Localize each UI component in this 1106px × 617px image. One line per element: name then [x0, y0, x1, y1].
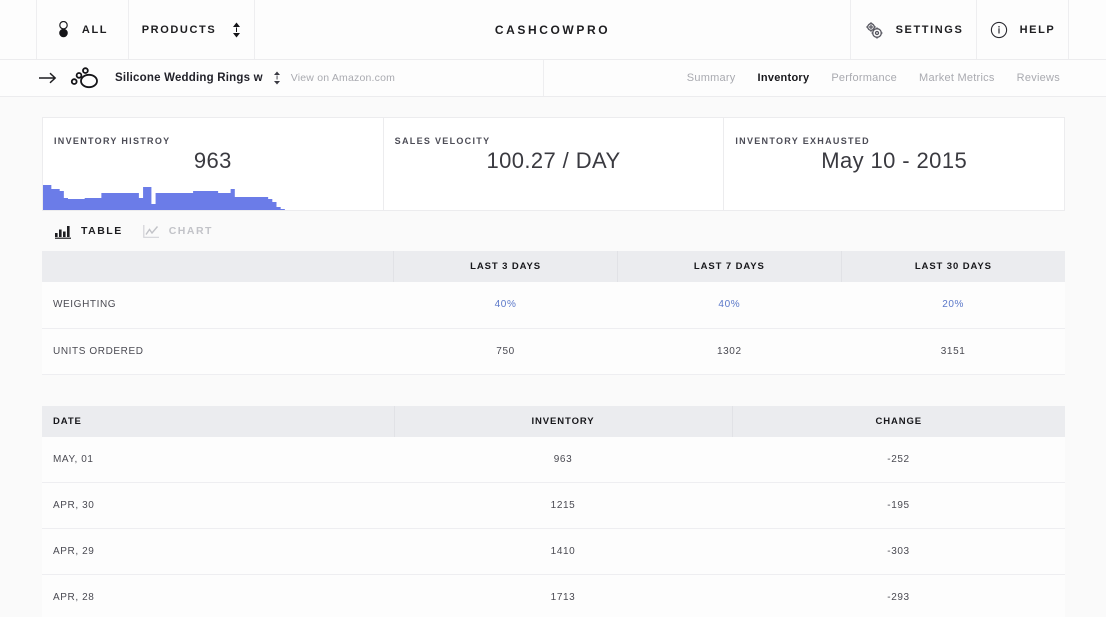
cell-units-3: 750	[393, 328, 618, 375]
main-content: INVENTORY HISTROY 963 SALES VELOCITY 100…	[0, 97, 1106, 617]
weighting-link[interactable]: 40%	[495, 299, 517, 310]
cell-units-7: 1302	[617, 328, 842, 375]
product-selector-group: Silicone Wedding Rings w View on Amazon.…	[0, 60, 544, 96]
rings-logo-icon	[68, 67, 101, 89]
weighting-link[interactable]: 20%	[942, 299, 964, 310]
top-navigation-bar: ALL PRODUCTS CASHCOWPRO SETTINGS HELP	[0, 0, 1106, 60]
col-header-inventory: INVENTORY	[394, 405, 733, 437]
section-tabs: Summary Inventory Performance Market Met…	[544, 60, 1106, 96]
table-row: APR, 28 1713 -293	[42, 574, 1065, 617]
col-header-date: DATE	[42, 405, 395, 437]
cell-change: -195	[732, 482, 1065, 529]
topbar-left-edge	[0, 0, 37, 59]
stat-card-inventory-exhausted: INVENTORY EXHAUSTED May 10 - 2015	[724, 118, 1064, 210]
nav-item-settings-label: SETTINGS	[895, 23, 964, 36]
inventory-history-table-head: DATE INVENTORY CHANGE	[42, 405, 1065, 437]
topbar-right-edge	[1069, 0, 1106, 59]
cell-change: -303	[732, 528, 1065, 575]
info-circle-icon	[990, 21, 1008, 39]
cell-date: APR, 30	[42, 482, 394, 529]
view-tab-table-label: TABLE	[81, 225, 123, 237]
view-mode-tabs: TABLE CHART	[42, 211, 1065, 251]
view-tab-chart[interactable]: CHART	[142, 224, 213, 239]
col-header-last-3-days: LAST 3 DAYS	[393, 251, 618, 282]
gears-icon	[864, 21, 884, 39]
view-tab-chart-label: CHART	[168, 225, 213, 237]
inventory-history-table: DATE INVENTORY CHANGE MAY, 01 963 -252 A…	[42, 405, 1065, 617]
brand-label: CASHCOWPRO	[494, 22, 611, 37]
view-on-amazon-link[interactable]: View on Amazon.com	[291, 72, 395, 84]
weighting-table: LAST 3 DAYS LAST 7 DAYS LAST 30 DAYS WEI…	[42, 251, 1065, 375]
row-label: WEIGHTING	[42, 282, 394, 329]
nav-item-settings[interactable]: SETTINGS	[851, 0, 977, 59]
cell-inventory: 963	[394, 436, 732, 483]
weighting-table-head: LAST 3 DAYS LAST 7 DAYS LAST 30 DAYS	[42, 251, 1065, 282]
cell-units-30: 3151	[841, 328, 1065, 375]
table-row: UNITS ORDERED 750 1302 3151	[42, 328, 1065, 375]
table-row: APR, 29 1410 -303	[42, 528, 1065, 575]
user-icon	[57, 21, 70, 38]
cell-inventory: 1410	[394, 528, 732, 575]
stat-card-sales-velocity: SALES VELOCITY 100.27 / DAY	[384, 118, 725, 210]
cell-date: APR, 28	[42, 574, 394, 617]
product-name-label: Silicone Wedding Rings w	[115, 72, 263, 84]
cell-date: APR, 29	[42, 528, 394, 575]
sort-updown-icon[interactable]	[273, 71, 281, 85]
nav-item-help[interactable]: HELP	[977, 0, 1069, 59]
tab-summary[interactable]: Summary	[687, 72, 736, 84]
view-tab-table[interactable]: TABLE	[55, 224, 123, 239]
cell-weighting-3[interactable]: 40%	[393, 282, 618, 329]
tab-inventory[interactable]: Inventory	[758, 72, 810, 84]
table-header-row: DATE INVENTORY CHANGE	[42, 405, 1065, 437]
nav-item-all-label: ALL	[81, 23, 109, 36]
inventory-history-table-body: MAY, 01 963 -252 APR, 30 1215 -195 APR, …	[42, 436, 1065, 617]
bar-chart-icon	[55, 224, 72, 239]
sort-updown-icon[interactable]	[232, 22, 241, 38]
nav-item-all[interactable]: ALL	[37, 0, 129, 59]
cell-weighting-30[interactable]: 20%	[841, 282, 1065, 329]
product-context-bar: Silicone Wedding Rings w View on Amazon.…	[0, 60, 1106, 97]
brand-logo[interactable]: CASHCOWPRO	[255, 0, 851, 59]
col-header-last-30-days: LAST 30 DAYS	[841, 251, 1065, 282]
table-row: APR, 30 1215 -195	[42, 482, 1065, 529]
weighting-table-body: WEIGHTING 40% 40% 20% UNITS ORDERED 750 …	[42, 282, 1065, 375]
table-row: MAY, 01 963 -252	[42, 436, 1065, 483]
line-chart-icon	[142, 224, 160, 239]
nav-item-products-label: PRODUCTS	[141, 23, 217, 36]
inventory-history-sparkline	[43, 185, 285, 210]
stat-title: SALES VELOCITY	[394, 136, 491, 146]
cell-change: -293	[732, 574, 1065, 617]
nav-item-help-label: HELP	[1019, 23, 1056, 36]
tab-performance[interactable]: Performance	[831, 72, 897, 84]
cell-inventory: 1713	[394, 574, 732, 617]
table-spacer	[42, 375, 1065, 406]
arrow-right-icon[interactable]	[38, 71, 58, 85]
stat-value: May 10 - 2015	[821, 148, 968, 173]
nav-item-products[interactable]: PRODUCTS	[129, 0, 255, 59]
tab-reviews[interactable]: Reviews	[1017, 72, 1060, 84]
stat-title: INVENTORY EXHAUSTED	[735, 136, 870, 146]
stat-title: INVENTORY HISTROY	[54, 136, 171, 146]
col-header-blank	[42, 251, 395, 282]
stat-value: 963	[193, 148, 232, 173]
cell-weighting-7[interactable]: 40%	[617, 282, 842, 329]
table-header-row: LAST 3 DAYS LAST 7 DAYS LAST 30 DAYS	[42, 251, 1065, 282]
table-row: WEIGHTING 40% 40% 20%	[42, 282, 1065, 329]
stat-card-inventory-history: INVENTORY HISTROY 963	[43, 118, 384, 210]
stat-cards-row: INVENTORY HISTROY 963 SALES VELOCITY 100…	[42, 117, 1065, 211]
col-header-change: CHANGE	[732, 405, 1065, 437]
col-header-last-7-days: LAST 7 DAYS	[617, 251, 842, 282]
weighting-link[interactable]: 40%	[718, 299, 740, 310]
cell-inventory: 1215	[394, 482, 732, 529]
stat-value: 100.27 / DAY	[486, 148, 621, 173]
cell-date: MAY, 01	[42, 436, 394, 483]
cell-change: -252	[732, 436, 1065, 483]
tab-market-metrics[interactable]: Market Metrics	[919, 72, 995, 84]
row-label: UNITS ORDERED	[42, 328, 394, 375]
